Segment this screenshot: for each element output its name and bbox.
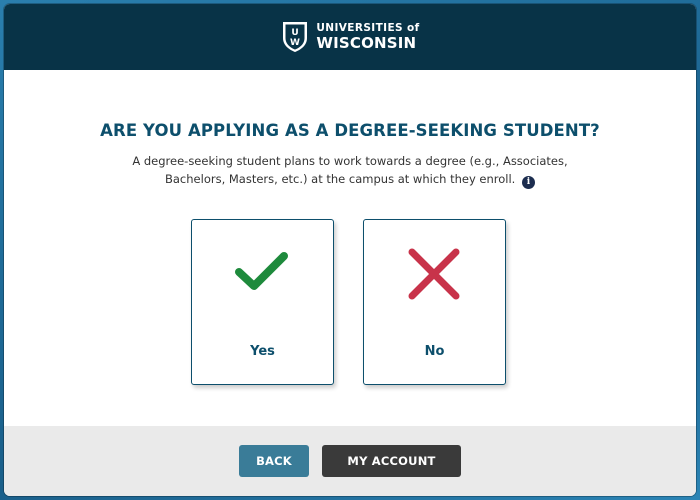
uw-crest-icon: U W <box>283 22 308 52</box>
option-no-card[interactable]: No <box>363 219 506 385</box>
question-description-text: A degree-seeking student plans to work t… <box>132 154 568 186</box>
checkmark-icon <box>235 252 288 290</box>
svg-text:U: U <box>292 28 299 38</box>
option-no-label: No <box>424 344 445 359</box>
logo-wordmark: UNIVERSITIES of WISCONSIN <box>316 23 419 51</box>
svg-text:W: W <box>290 38 300 48</box>
application-modal: U W UNIVERSITIES of WISCONSIN ARE YOU AP… <box>4 4 696 496</box>
header-bar: U W UNIVERSITIES of WISCONSIN <box>4 4 696 70</box>
info-icon[interactable]: i <box>522 176 535 189</box>
question-description: A degree-seeking student plans to work t… <box>130 152 570 189</box>
option-yes-card[interactable]: Yes <box>191 219 334 385</box>
question-title: ARE YOU APPLYING AS A DEGREE-SEEKING STU… <box>100 121 600 140</box>
logo-line-wisconsin: WISCONSIN <box>316 33 417 52</box>
back-button[interactable]: BACK <box>239 445 309 477</box>
logo-line-universities: UNIVERSITIES of <box>316 22 420 35</box>
x-mark-icon <box>408 248 460 300</box>
option-yes-label: Yes <box>250 344 275 359</box>
uw-logo: U W UNIVERSITIES of WISCONSIN <box>280 20 419 54</box>
my-account-button[interactable]: MY ACCOUNT <box>322 445 461 477</box>
